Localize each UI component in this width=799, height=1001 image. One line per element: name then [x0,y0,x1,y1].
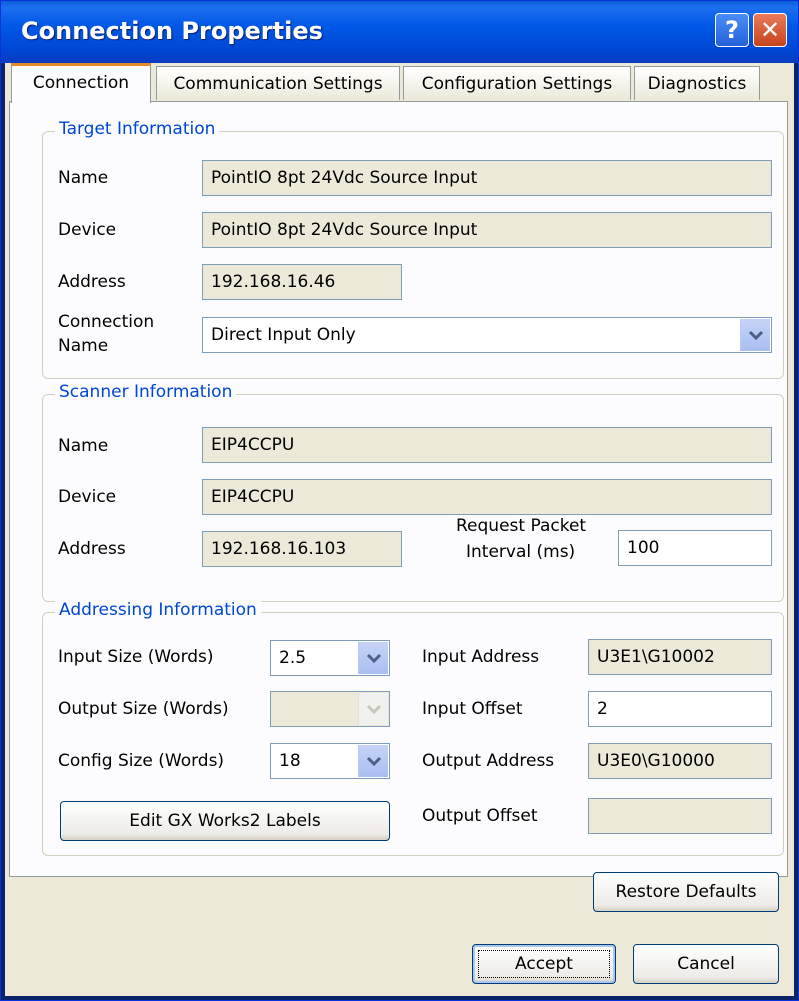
tab-diagnostics[interactable]: Diagnostics [634,66,760,100]
group-label-target-information: Target Information [55,119,220,139]
dialog-window: Connection Properties ? ✕ Connection Com… [0,0,799,1001]
rpi-label-line1: Request Packet [456,516,587,536]
help-button[interactable]: ? [715,13,749,47]
output-offset-field [588,798,772,834]
input-address-label: Input Address [422,647,540,667]
window-title: Connection Properties [21,17,323,45]
rpi-input[interactable]: 100 [618,530,772,566]
target-address-field: 192.168.16.46 [202,264,402,300]
edit-gx-works2-labels-button[interactable]: Edit GX Works2 Labels [60,801,390,841]
scanner-device-label: Device [58,487,117,507]
target-device-label: Device [58,220,117,240]
title-bar[interactable]: Connection Properties ? ✕ [1,1,798,63]
tab-configuration-settings[interactable]: Configuration Settings [403,66,631,100]
close-button[interactable]: ✕ [753,13,787,47]
scanner-name-label: Name [58,436,109,456]
output-size-dropdown [270,691,390,727]
cancel-button[interactable]: Cancel [633,944,779,984]
dialog-body: Connection Communication Settings Config… [5,63,794,996]
chevron-down-icon[interactable] [358,745,388,777]
output-address-field: U3E0\G10000 [588,743,772,779]
output-size-label: Output Size (Words) [58,699,229,719]
focus-ring [478,950,610,978]
output-offset-label: Output Offset [422,806,538,826]
group-label-scanner-information: Scanner Information [55,382,237,402]
target-address-label: Address [58,272,126,292]
input-size-value: 2.5 [279,648,307,668]
target-device-field: PointIO 8pt 24Vdc Source Input [202,212,772,248]
scanner-device-field: EIP4CCPU [202,479,772,515]
input-address-field: U3E1\G10002 [588,639,772,675]
input-size-dropdown[interactable]: 2.5 [270,640,390,676]
close-icon: ✕ [759,16,781,44]
connection-name-label-line1: Connection [58,312,155,332]
scanner-name-field: EIP4CCPU [202,427,772,463]
config-size-value: 18 [279,751,301,771]
output-address-label: Output Address [422,751,555,771]
scanner-address-label: Address [58,539,126,559]
chevron-down-icon[interactable] [740,319,770,351]
tab-panel-connection: Target Information Name PointIO 8pt 24Vd… [9,101,788,877]
rpi-label-line2: Interval (ms) [466,542,576,562]
restore-defaults-button[interactable]: Restore Defaults [593,872,779,912]
config-size-dropdown[interactable]: 18 [270,743,390,779]
input-offset-input[interactable]: 2 [588,691,772,727]
tab-connection[interactable]: Connection [11,63,151,103]
chevron-down-icon [358,693,388,725]
tab-communication-settings[interactable]: Communication Settings [156,66,400,100]
chevron-down-icon[interactable] [358,642,388,674]
target-name-label: Name [58,168,109,188]
scanner-address-field: 192.168.16.103 [202,531,402,567]
connection-name-value: Direct Input Only [211,325,356,345]
config-size-label: Config Size (Words) [58,751,225,771]
group-label-addressing-information: Addressing Information [55,600,261,620]
input-size-label: Input Size (Words) [58,647,214,667]
accept-button[interactable]: Accept [472,944,616,984]
target-name-field: PointIO 8pt 24Vdc Source Input [202,160,772,196]
connection-name-label-line2: Name [58,336,109,356]
connection-name-dropdown[interactable]: Direct Input Only [202,317,772,353]
input-offset-label: Input Offset [422,699,523,719]
help-icon: ? [725,16,739,44]
